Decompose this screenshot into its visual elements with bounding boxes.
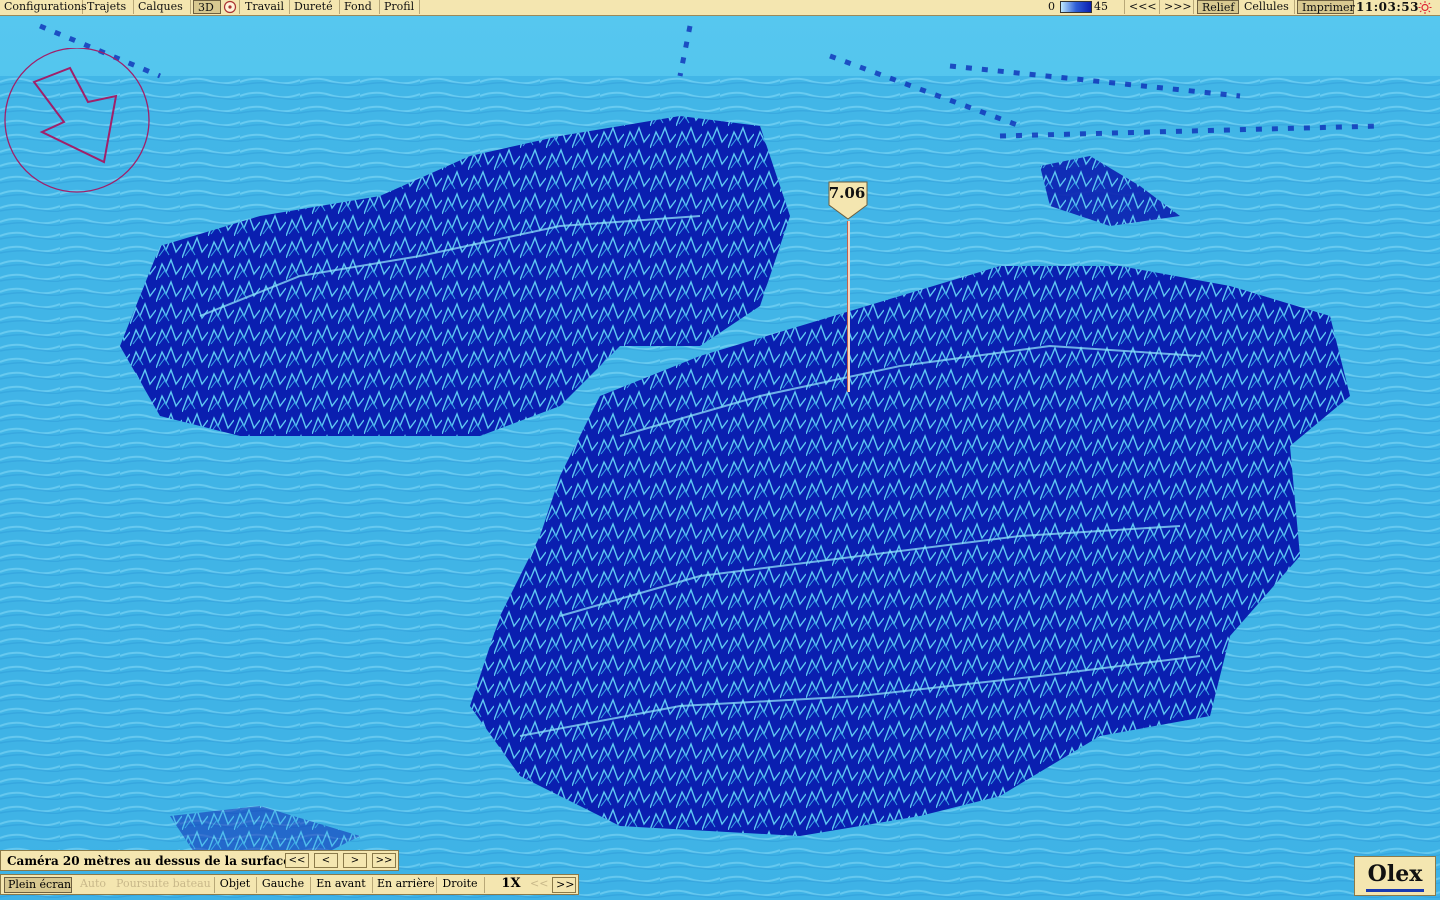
divider: [436, 877, 437, 893]
fullscreen-button[interactable]: Plein écran: [4, 877, 72, 893]
camera-forward-button[interactable]: >: [343, 853, 367, 868]
navigation-panel: Plein écran Auto Poursuite bateau Objet …: [0, 874, 579, 895]
zoom-out-button[interactable]: <<: [527, 877, 549, 893]
depth-color-scale[interactable]: [1060, 1, 1092, 13]
menu-configurations[interactable]: Configurations: [0, 0, 87, 14]
print-button[interactable]: Imprimer: [1297, 0, 1355, 14]
logo-text: Olex: [1365, 859, 1425, 892]
scale-min-label: 0: [1048, 0, 1055, 13]
follow-boat-button[interactable]: Poursuite bateau: [113, 877, 213, 893]
terrain-3d-view[interactable]: [0, 16, 1440, 900]
menu-profil[interactable]: Profil: [380, 0, 420, 14]
scale-max-label: 45: [1094, 0, 1108, 13]
camera-fast-forward-button[interactable]: >>: [372, 853, 396, 868]
top-toolbar: Configurations Trajets Calques 3D Travai…: [0, 0, 1440, 16]
next-button[interactable]: >>>: [1160, 0, 1194, 14]
divider: [310, 877, 311, 893]
clock: 11:03:53: [1356, 0, 1419, 14]
divider: [484, 877, 485, 893]
menu-travail[interactable]: Travail: [241, 0, 290, 14]
menu-fond[interactable]: Fond: [340, 0, 380, 14]
menu-trajets[interactable]: Trajets: [83, 0, 134, 14]
relief-button[interactable]: Relief: [1197, 0, 1239, 14]
object-button[interactable]: Objet: [216, 877, 254, 893]
compass-arrow-icon[interactable]: [4, 48, 152, 194]
menu-durete[interactable]: Dureté: [290, 0, 340, 14]
sun-icon[interactable]: [1418, 1, 1432, 14]
camera-fast-back-button[interactable]: <<: [285, 853, 309, 868]
menu-3d[interactable]: 3D: [193, 0, 221, 14]
depth-marker[interactable]: 7.06: [828, 181, 868, 396]
camera-back-button[interactable]: <: [314, 853, 338, 868]
divider: [256, 877, 257, 893]
divider: [372, 877, 373, 893]
zoom-level: 1X: [501, 876, 521, 891]
camera-status: Caméra 20 mètres au dessus de la surface: [7, 854, 291, 868]
cells-button[interactable]: Cellules: [1240, 0, 1295, 14]
zoom-in-button[interactable]: >>: [552, 877, 576, 893]
prev-button[interactable]: <<<: [1124, 0, 1160, 14]
olex-logo: Olex: [1354, 856, 1436, 896]
divider: [214, 877, 215, 893]
target-circle-icon: [223, 0, 237, 14]
target-circle-button[interactable]: [222, 0, 240, 14]
forward-button[interactable]: En avant: [312, 877, 370, 893]
marker-stem: [847, 221, 850, 392]
camera-panel: Caméra 20 mètres au dessus de la surface…: [0, 850, 399, 871]
menu-calques[interactable]: Calques: [134, 0, 191, 14]
depth-value: 7.06: [828, 184, 866, 202]
right-button[interactable]: Droite: [438, 877, 482, 893]
auto-button[interactable]: Auto: [75, 877, 111, 893]
backward-button[interactable]: En arrière: [374, 877, 434, 893]
left-button[interactable]: Gauche: [258, 877, 308, 893]
